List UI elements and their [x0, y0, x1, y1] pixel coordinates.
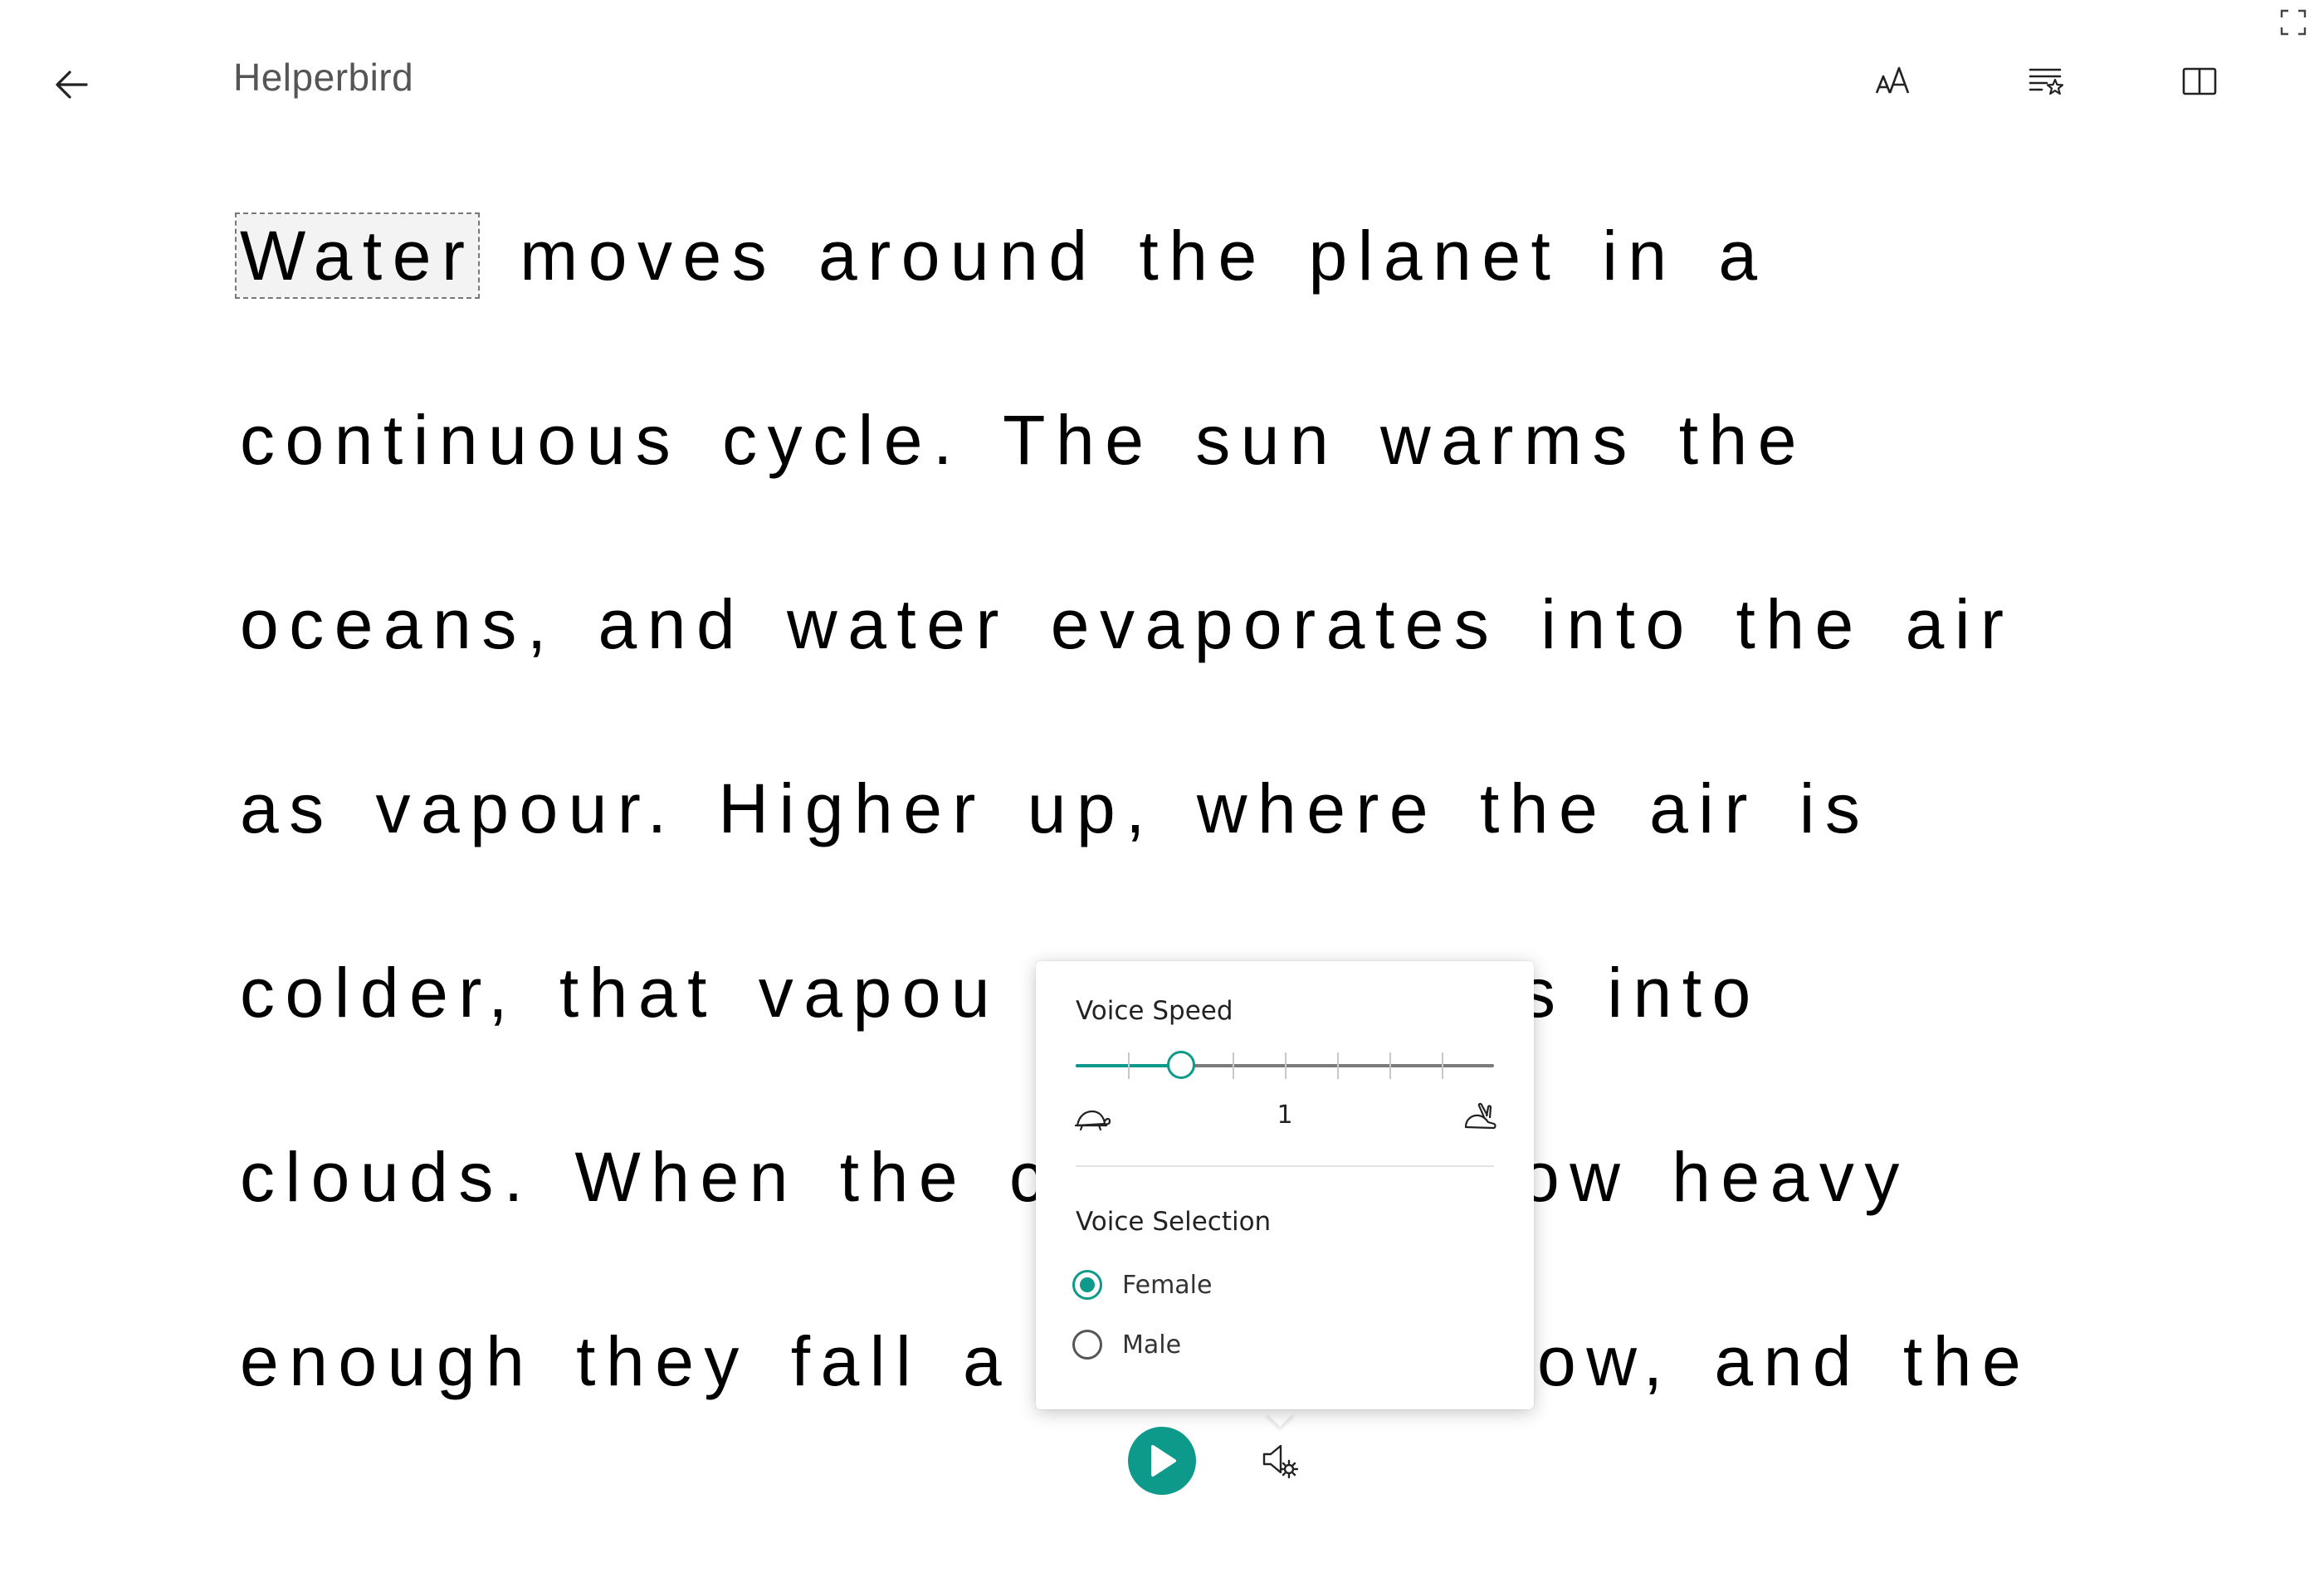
columns-icon: [2182, 67, 2217, 95]
reading-line: Water moves around the planet in a: [234, 212, 1768, 299]
reading-line-text: continuous cycle. The sun warms the: [240, 401, 1807, 479]
reading-line-text: enough they fall a: [240, 1322, 1013, 1400]
male-label: Male: [1122, 1330, 1182, 1360]
reading-line-text: clouds. When the c: [240, 1138, 1055, 1216]
text-preferences-icon: [2029, 68, 2064, 95]
voice-speed-slider[interactable]: [1076, 1051, 1494, 1079]
female-label: Female: [1122, 1270, 1213, 1300]
reading-line-text: as vapour. Higher up, where the air is: [240, 769, 1871, 847]
reading-line-tail: ow heavy: [1521, 1135, 1910, 1218]
voice-speed-tick: [1389, 1052, 1391, 1079]
arrow-left-icon: [56, 71, 88, 99]
voice-speed-tick: [1233, 1052, 1234, 1079]
voice-speed-tick: [1285, 1052, 1286, 1079]
voice-settings-popup: Voice Speed 1 Voice Selection Female Mal…: [1036, 961, 1534, 1409]
fullscreen-icon: [2280, 9, 2307, 36]
popup-divider: [1076, 1165, 1494, 1167]
rabbit-icon: [1464, 1102, 1496, 1130]
voice-speed-value: 1: [1277, 1101, 1293, 1130]
reading-line-text: moves around the planet in a: [520, 217, 1768, 295]
reading-line-text: colder, that vapou: [240, 954, 1001, 1032]
app-title: Helperbird: [233, 56, 414, 99]
reading-preferences-button[interactable]: [2014, 48, 2080, 115]
voice-speed-tick: [1442, 1052, 1443, 1079]
reading-line-tail: s into: [1521, 951, 1761, 1034]
current-word[interactable]: Water: [234, 212, 481, 299]
text-size-button[interactable]: [1861, 48, 1927, 115]
voice-speed-heading: Voice Speed: [1076, 996, 1233, 1026]
reading-line: colder, that vapou: [240, 951, 1000, 1034]
voice-settings-button[interactable]: [1247, 1428, 1314, 1494]
female-radio[interactable]: [1072, 1270, 1102, 1300]
text-size-icon: [1875, 66, 1910, 94]
voice-selection-heading: Voice Selection: [1076, 1207, 1272, 1237]
reading-line-text: ow, and the: [1537, 1322, 2032, 1400]
reading-line-text: s into: [1521, 954, 1761, 1032]
voice-speed-tick: [1128, 1052, 1130, 1079]
voice-option-male[interactable]: Male: [1072, 1330, 1181, 1360]
reading-line: oceans, and water evaporates into the ai…: [240, 583, 2014, 666]
reading-line-text: oceans, and water evaporates into the ai…: [240, 585, 2014, 663]
turtle-icon: [1074, 1110, 1111, 1131]
reading-line: as vapour. Higher up, where the air is: [240, 767, 1870, 850]
reading-line-text: ow heavy: [1521, 1138, 1910, 1216]
reading-line: clouds. When the c: [240, 1135, 1054, 1218]
reading-line: continuous cycle. The sun warms the: [240, 398, 1807, 481]
reading-line-tail: ow, and the: [1537, 1320, 2031, 1403]
reading-line: enough they fall a: [240, 1320, 1012, 1403]
voice-option-female[interactable]: Female: [1072, 1270, 1212, 1300]
voice-speed-tick: [1337, 1052, 1339, 1079]
play-button[interactable]: [1128, 1427, 1196, 1495]
back-button[interactable]: [38, 51, 105, 118]
play-icon: [1151, 1445, 1176, 1477]
fullscreen-button[interactable]: [2264, 0, 2322, 51]
male-radio[interactable]: [1072, 1330, 1102, 1360]
voice-speed-slider-thumb[interactable]: [1167, 1051, 1195, 1079]
column-view-button[interactable]: [2166, 48, 2233, 115]
speaker-settings-icon: [1262, 1444, 1299, 1479]
